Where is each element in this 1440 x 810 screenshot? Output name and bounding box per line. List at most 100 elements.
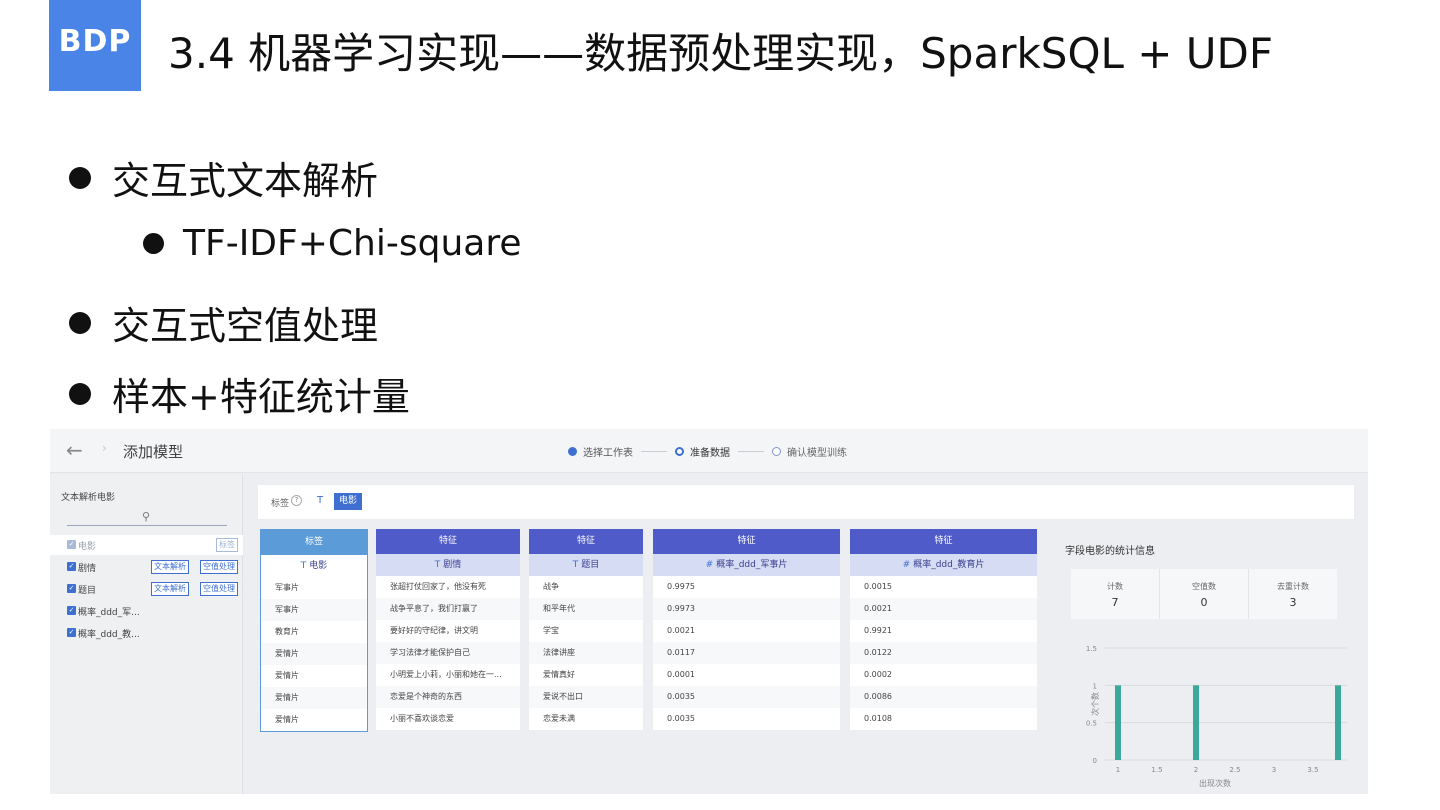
bullet-statistics: 样本+特征统计量: [69, 366, 410, 421]
table-cell: 0.0108: [864, 714, 892, 723]
text-parse-button[interactable]: 文本解析: [151, 582, 189, 596]
column-type-icon: #: [902, 560, 911, 570]
sidebar-item-plot[interactable]: ✓ 剧情 文本解析 空值处理: [50, 557, 243, 577]
sidebar-item-label: 概率_ddd_教...: [78, 630, 140, 640]
bullet-label: 交互式文本解析: [112, 159, 379, 203]
table-cell: 0.0035: [667, 714, 695, 723]
table-cell: 军事片: [261, 599, 367, 621]
histogram-bar[interactable]: [1193, 685, 1199, 760]
table-cell: 张超打仗回家了，他没有死: [390, 582, 486, 591]
checkbox-icon[interactable]: ✓: [67, 606, 76, 615]
label-bar: 标签 ? T 电影: [258, 485, 1354, 519]
column-name: 电影: [309, 561, 328, 571]
table-cell: 小明爱上小莉，小丽和她在一...: [390, 670, 502, 679]
step-divider: [738, 451, 764, 452]
column-name-header: T 题目: [529, 554, 643, 576]
histogram-bar[interactable]: [1335, 685, 1341, 760]
table-cell: 0.0035: [653, 686, 840, 708]
null-handle-button[interactable]: 空值处理: [200, 582, 238, 596]
bullet-dot-icon: [69, 311, 91, 334]
table-column[interactable]: 特征 T 剧情 张超打仗回家了，他没有死 战争平息了，我们打赢了 要好好的守纪律，讲文明学…: [376, 529, 520, 730]
help-icon[interactable]: ?: [291, 495, 302, 506]
text-parse-button[interactable]: 文本解析: [151, 560, 189, 574]
checkbox-icon[interactable]: ✓: [67, 540, 76, 549]
null-handle-button[interactable]: 空值处理: [200, 560, 238, 574]
step-done-icon: [568, 447, 577, 456]
table-cell: 0.0001: [667, 670, 695, 679]
table-column[interactable]: 特征 # 概率_ddd_军事片 0.9975 0.9973 0.0021 0.0117 0.0…: [653, 529, 840, 730]
column-role-header: 特征: [376, 529, 520, 554]
table-cell: 教育片: [275, 627, 299, 636]
table-cell: 学习法律才能保护自己: [376, 642, 520, 664]
sidebar-item-label: 题目: [78, 586, 97, 596]
sidebar-title: 文本解析电影: [61, 493, 116, 503]
table-cell: 法律讲座: [529, 642, 643, 664]
label-bar-title: 标签: [271, 499, 290, 509]
sidebar-item-prob-military[interactable]: ✓ 概率_ddd_军...: [50, 601, 243, 621]
sidebar-item-label: 电影: [78, 542, 97, 552]
label-chip[interactable]: 电影: [334, 493, 363, 510]
column-type-icon: T: [572, 560, 579, 570]
table-cell: 0.9975: [667, 582, 695, 591]
table-column[interactable]: 标签 T 电影 军事片 军事片 教育片 爱情片 爱情片 爱情片 爱情片: [260, 529, 368, 732]
column-type-icon: T: [300, 561, 307, 571]
table-cell: 小丽不喜欢谈恋爱: [390, 714, 454, 723]
column-type-icon: #: [705, 560, 714, 570]
table-cell: 爱情片: [261, 643, 367, 665]
table-cell: 0.0086: [850, 686, 1037, 708]
stat-label: 空值数: [1192, 582, 1216, 591]
table-cell: 0.0002: [864, 670, 892, 679]
x-tick-label: 1.5: [1151, 766, 1162, 774]
table-cell: 0.9973: [653, 598, 840, 620]
y-tick-label: 1: [1093, 682, 1097, 690]
table-cell: 爱说不出口: [529, 686, 643, 708]
table-column[interactable]: 特征 T 题目 战争 和平年代 学宝 法律讲座 爱情真好 爱说不出口 恋爱未满: [529, 529, 643, 730]
y-tick-label: 1.5: [1086, 645, 1097, 653]
stats-title: 字段电影的统计信息: [1065, 546, 1155, 557]
field-sidebar: 文本解析电影 ⚲ ✓ 电影 标签 ✓ 剧情 文本解析 空值处理 ✓ 题目 文本解…: [50, 474, 243, 794]
step-active-icon: [675, 447, 684, 456]
field-search-input[interactable]: ⚲: [67, 509, 227, 526]
column-name-header: # 概率_ddd_教育片: [850, 554, 1037, 576]
sidebar-item-label: 剧情: [78, 564, 97, 574]
sidebar-item-title[interactable]: ✓ 题目 文本解析 空值处理: [50, 579, 243, 599]
column-name: 概率_ddd_教育片: [913, 560, 985, 570]
column-name-header: # 概率_ddd_军事片: [653, 554, 840, 576]
step-prepare-data[interactable]: 准备数据: [690, 444, 730, 459]
bullet-dot-icon: [143, 233, 164, 254]
back-arrow-icon[interactable]: ←: [66, 438, 83, 462]
checkbox-icon[interactable]: ✓: [67, 584, 76, 593]
label-tag: 标签: [216, 538, 238, 552]
histogram-bar[interactable]: [1115, 685, 1121, 760]
stats-summary: 计数 7 空值数 0 去重计数 3: [1071, 569, 1337, 619]
step-select-sheet[interactable]: 选择工作表: [583, 444, 633, 459]
step-confirm-training[interactable]: 确认模型训练: [787, 444, 847, 459]
checkbox-icon[interactable]: ✓: [67, 628, 76, 637]
column-name: 剧情: [443, 560, 462, 570]
x-axis-label: 出现次数: [1199, 778, 1231, 788]
y-tick-label: 0: [1093, 757, 1097, 765]
stat-value: 3: [1289, 596, 1297, 609]
bullet-null-handling: 交互式空值处理: [69, 295, 378, 350]
checkbox-icon[interactable]: ✓: [67, 562, 76, 571]
bullet-label: 交互式空值处理: [112, 304, 379, 348]
table-cell: 0.9921: [864, 626, 892, 635]
sidebar-item-movie[interactable]: ✓ 电影 标签: [50, 535, 243, 555]
column-name-header: T 剧情: [376, 554, 520, 576]
table-cell: 要好好的守纪律，讲文明: [390, 626, 478, 635]
bullet-dot-icon: [69, 166, 91, 189]
sidebar-item-prob-education[interactable]: ✓ 概率_ddd_教...: [50, 623, 243, 643]
breadcrumb-separator: ›: [102, 441, 107, 455]
stat-label: 去重计数: [1277, 582, 1309, 591]
stat-distinct-count: 去重计数 3: [1249, 569, 1337, 619]
step-divider: [641, 451, 667, 452]
x-tick-label: 3.5: [1307, 766, 1318, 774]
table-column[interactable]: 特征 # 概率_ddd_教育片 0.0015 0.0021 0.9921 0.0122 0.0…: [850, 529, 1037, 730]
column-role-header: 标签: [261, 530, 367, 555]
table-cell: 0.0122: [850, 642, 1037, 664]
x-tick-label: 1: [1116, 766, 1120, 774]
stat-label: 计数: [1107, 582, 1123, 591]
column-name: 概率_ddd_军事片: [716, 560, 788, 570]
stat-value: 7: [1111, 596, 1119, 609]
table-cell: 战争: [543, 582, 559, 591]
